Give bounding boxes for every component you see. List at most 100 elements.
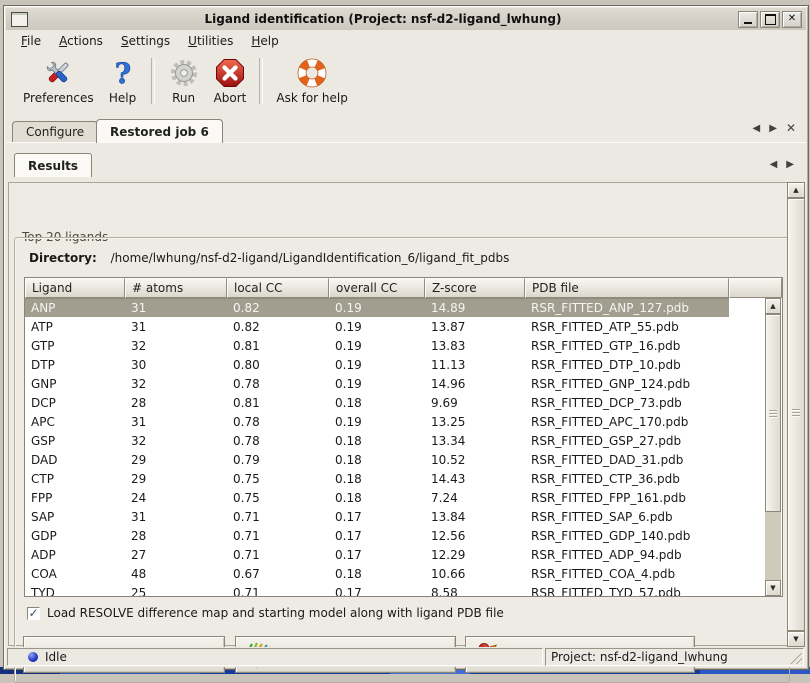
table-cell: 27 xyxy=(125,548,227,562)
table-row[interactable]: CTP290.750.1814.43RSR_FITTED_CTP_36.pdb xyxy=(25,469,729,488)
ask-for-help-button[interactable]: Ask for help xyxy=(269,56,354,105)
tab-scroll-right-icon[interactable]: ▶ xyxy=(786,159,794,170)
menu-file[interactable]: File xyxy=(12,32,50,50)
preferences-button[interactable]: Preferences xyxy=(16,56,101,105)
column-header[interactable]: local CC xyxy=(227,278,329,298)
question-icon: ? xyxy=(108,56,138,90)
table-scrollbar[interactable]: ▲ ▼ xyxy=(765,298,781,596)
tab-results[interactable]: Results xyxy=(14,153,92,177)
table-cell: 0.82 xyxy=(227,320,329,334)
minimize-button[interactable] xyxy=(738,11,758,28)
tab-scroll-right-icon[interactable]: ▶ xyxy=(769,123,777,134)
scroll-up-icon[interactable]: ▲ xyxy=(787,182,805,198)
window-icon xyxy=(11,12,28,27)
table-row[interactable]: DAD290.790.1810.52RSR_FITTED_DAD_31.pdb xyxy=(25,450,729,469)
tab-scroll-left-icon[interactable]: ◀ xyxy=(753,123,761,134)
column-header[interactable]: overall CC xyxy=(329,278,425,298)
column-header[interactable]: PDB file xyxy=(525,278,729,298)
table-cell: CTP xyxy=(25,472,125,486)
table-cell: 0.80 xyxy=(227,358,329,372)
resize-grip[interactable] xyxy=(789,651,802,664)
table-cell: 0.17 xyxy=(329,548,425,562)
table-cell: 0.19 xyxy=(329,358,425,372)
table-row[interactable]: COA480.670.1810.66RSR_FITTED_COA_4.pdb xyxy=(25,564,729,583)
table-row[interactable]: FPP240.750.187.24RSR_FITTED_FPP_161.pdb xyxy=(25,488,729,507)
table-row[interactable]: GDP280.710.1712.56RSR_FITTED_GDP_140.pdb xyxy=(25,526,729,545)
table-cell: 12.56 xyxy=(425,529,525,543)
table-cell: 31 xyxy=(125,415,227,429)
table-cell: SAP xyxy=(25,510,125,524)
table-cell: 13.83 xyxy=(425,339,525,353)
table-cell: GTP xyxy=(25,339,125,353)
toolbar-label: Preferences xyxy=(23,91,94,105)
load-map-option[interactable]: ✓ Load RESOLVE difference map and starti… xyxy=(27,606,504,620)
table-cell: 28 xyxy=(125,396,227,410)
table-row[interactable]: TYD250.710.178.58RSR_FITTED_TYD_57.pdb xyxy=(25,583,729,596)
table-row[interactable]: ATP310.820.1913.87RSR_FITTED_ATP_55.pdb xyxy=(25,317,729,336)
close-button[interactable]: ✕ xyxy=(782,11,802,28)
panel-scrollbar-thumb[interactable] xyxy=(787,198,805,631)
table-cell: 0.19 xyxy=(329,415,425,429)
title-bar[interactable]: Ligand identification (Project: nsf-d2-l… xyxy=(6,8,806,31)
table-cell: 0.19 xyxy=(329,339,425,353)
table-cell: 0.81 xyxy=(227,339,329,353)
table-row[interactable]: SAP310.710.1713.84RSR_FITTED_SAP_6.pdb xyxy=(25,507,729,526)
table-cell: 0.17 xyxy=(329,510,425,524)
table-row[interactable]: DCP280.810.189.69RSR_FITTED_DCP_73.pdb xyxy=(25,393,729,412)
menu-utilities[interactable]: Utilities xyxy=(179,32,242,50)
scroll-down-icon[interactable]: ▼ xyxy=(765,580,781,596)
table-cell: 9.69 xyxy=(425,396,525,410)
table-scrollbar-thumb[interactable] xyxy=(765,314,781,512)
run-button[interactable]: Run xyxy=(161,56,207,105)
directory-path: /home/lwhung/nsf-d2-ligand/LigandIdentif… xyxy=(111,251,510,265)
table-row[interactable]: ADP270.710.1712.29RSR_FITTED_ADP_94.pdb xyxy=(25,545,729,564)
table-cell: RSR_FITTED_SAP_6.pdb xyxy=(525,510,729,524)
load-map-checkbox[interactable]: ✓ xyxy=(27,607,40,620)
table-cell: RSR_FITTED_DAD_31.pdb xyxy=(525,453,729,467)
table-row[interactable]: GSP320.780.1813.34RSR_FITTED_GSP_27.pdb xyxy=(25,431,729,450)
scroll-up-icon[interactable]: ▲ xyxy=(765,298,781,314)
panel-scrollbar[interactable]: ▲ ▼ xyxy=(787,182,805,647)
column-header[interactable]: # atoms xyxy=(125,278,227,298)
menu-settings[interactable]: Settings xyxy=(112,32,179,50)
table-cell: 0.78 xyxy=(227,377,329,391)
table-cell: RSR_FITTED_FPP_161.pdb xyxy=(525,491,729,505)
table-cell: RSR_FITTED_ATP_55.pdb xyxy=(525,320,729,334)
table-cell: 24 xyxy=(125,491,227,505)
table-cell: 0.17 xyxy=(329,529,425,543)
menu-help[interactable]: Help xyxy=(242,32,287,50)
table-row[interactable]: ANP310.820.1914.89RSR_FITTED_ANP_127.pdb xyxy=(25,298,729,317)
menu-actions[interactable]: Actions xyxy=(50,32,112,50)
table-cell: COA xyxy=(25,567,125,581)
table-row[interactable]: GTP320.810.1913.83RSR_FITTED_GTP_16.pdb xyxy=(25,336,729,355)
table-row[interactable]: DTP300.800.1911.13RSR_FITTED_DTP_10.pdb xyxy=(25,355,729,374)
load-map-label: Load RESOLVE difference map and starting… xyxy=(47,606,504,620)
toolbar-label: Ask for help xyxy=(276,91,347,105)
table-cell: RSR_FITTED_GDP_140.pdb xyxy=(525,529,729,543)
close-icon: ✕ xyxy=(788,14,796,24)
table-cell: 32 xyxy=(125,339,227,353)
table-cell: 31 xyxy=(125,510,227,524)
abort-button[interactable]: Abort xyxy=(207,56,254,105)
table-row[interactable]: GNP320.780.1914.96RSR_FITTED_GNP_124.pdb xyxy=(25,374,729,393)
tab-scroll-left-icon[interactable]: ◀ xyxy=(770,159,778,170)
abort-icon xyxy=(214,56,246,90)
help-button[interactable]: ? Help xyxy=(101,56,145,105)
table-row[interactable]: APC310.780.1913.25RSR_FITTED_APC_170.pdb xyxy=(25,412,729,431)
table-cell: 14.43 xyxy=(425,472,525,486)
column-header[interactable]: Z-score xyxy=(425,278,525,298)
check-icon: ✓ xyxy=(28,607,38,619)
tab-configure[interactable]: Configure xyxy=(12,121,98,143)
maximize-button[interactable] xyxy=(760,11,780,28)
tab-close-icon[interactable]: ✕ xyxy=(786,121,796,135)
directory-line: Directory: /home/lwhung/nsf-d2-ligand/Li… xyxy=(29,251,509,265)
tab-restored-job-6[interactable]: Restored job 6 xyxy=(96,119,223,143)
column-header[interactable]: Ligand xyxy=(25,278,125,298)
table-cell: RSR_FITTED_DCP_73.pdb xyxy=(525,396,729,410)
table-cell: 11.13 xyxy=(425,358,525,372)
table-cell: RSR_FITTED_ANP_127.pdb xyxy=(525,301,729,315)
directory-label: Directory: xyxy=(29,251,97,265)
toolbar-label: Abort xyxy=(214,91,247,105)
table-cell: 31 xyxy=(125,320,227,334)
scroll-down-icon[interactable]: ▼ xyxy=(787,631,805,647)
